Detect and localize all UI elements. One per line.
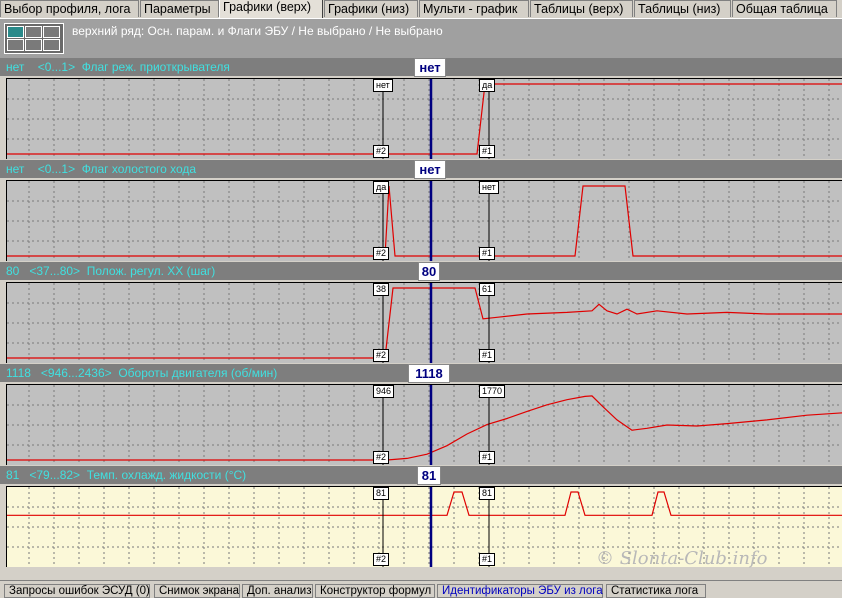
cursor-value: нет — [414, 160, 446, 179]
marker-1-value[interactable]: да — [479, 79, 496, 92]
marker-2-value[interactable]: 946 — [373, 385, 395, 398]
layout-cell-icon — [43, 26, 60, 38]
chart-svg — [7, 385, 842, 465]
marker-1-label[interactable]: #1 — [479, 553, 496, 566]
chart-plot-area[interactable]: да нет #2 #1 — [6, 180, 842, 261]
tab-log-statistics[interactable]: Статистика лога — [606, 584, 706, 598]
tab-tables-bottom[interactable]: Таблицы (низ) — [634, 0, 731, 17]
layout-cell-icon — [7, 26, 24, 38]
layout-cell-icon — [25, 26, 42, 38]
marker-1-value[interactable]: 1770 — [479, 385, 506, 398]
tab-profile-log[interactable]: Выбор профиля, лога — [0, 0, 139, 17]
marker-1-label[interactable]: #1 — [479, 349, 496, 362]
marker-2-value[interactable]: 81 — [373, 487, 390, 500]
charts-toolbar: верхний ряд: Осн. парам. и Флаги ЭБУ / Н… — [0, 18, 842, 59]
bottom-tab-bar: Запросы ошибок ЭСУД (0) Снимок экрана До… — [0, 580, 842, 598]
marker-2-label[interactable]: #2 — [373, 451, 390, 464]
parameter-label: нет <0...1> Флаг реж. приоткрывателя — [6, 60, 230, 74]
marker-1-label[interactable]: #1 — [479, 145, 496, 158]
chart-panel-header: нет <0...1> Флаг реж. приоткрывателя нет — [0, 58, 842, 77]
top-tab-bar: Выбор профиля, лога Параметры Графики (в… — [0, 0, 842, 18]
parameter-label: 81 <79...82> Темп. охлажд. жидкости (°C) — [6, 468, 247, 482]
chart-panel-header: 81 <79...82> Темп. охлажд. жидкости (°C)… — [0, 466, 842, 485]
cursor-value: 1118 — [408, 364, 450, 383]
chart-panel: 1118 <946...2436> Обороты двигателя (об/… — [0, 364, 842, 466]
layout-grid-button[interactable] — [4, 23, 64, 54]
tab-charts-bottom[interactable]: Графики (низ) — [324, 0, 418, 17]
chart-panel-header: 1118 <946...2436> Обороты двигателя (об/… — [0, 364, 842, 383]
tab-tables-top[interactable]: Таблицы (верх) — [530, 0, 633, 17]
chart-plot-area[interactable]: нет да #2 #1 — [6, 78, 842, 159]
chart-svg — [7, 181, 842, 261]
marker-2-label[interactable]: #2 — [373, 349, 390, 362]
chart-panel: нет <0...1> Флаг реж. приоткрывателя нет н… — [0, 58, 842, 160]
marker-2-label[interactable]: #2 — [373, 145, 390, 158]
watermark: © Slonta-Club.info — [596, 548, 768, 569]
marker-2-value[interactable]: нет — [373, 79, 393, 92]
chart-svg — [7, 283, 842, 363]
marker-1-label[interactable]: #1 — [479, 451, 496, 464]
cursor-value: 81 — [417, 466, 441, 485]
layout-cell-icon — [43, 39, 60, 51]
cursor-value: 80 — [418, 262, 440, 281]
tab-ecu-errors[interactable]: Запросы ошибок ЭСУД (0) — [4, 584, 150, 598]
marker-1-value[interactable]: нет — [479, 181, 499, 194]
marker-1-value[interactable]: 61 — [479, 283, 496, 296]
layout-cell-icon — [7, 39, 24, 51]
tab-extra-analysis[interactable]: Доп. анализ — [242, 584, 313, 598]
cursor-value: нет — [414, 58, 446, 77]
chart-panel: нет <0...1> Флаг холостого хода нет да нет #… — [0, 160, 842, 262]
signal-line — [7, 395, 842, 461]
chart-svg — [7, 79, 842, 159]
marker-2-value[interactable]: 38 — [373, 283, 390, 296]
marker-2-value[interactable]: да — [373, 181, 390, 194]
parameter-label: 80 <37...80> Полож. регул. ХХ (шаг) — [6, 264, 216, 278]
tab-multi-chart[interactable]: Мульти - график — [419, 0, 529, 17]
tab-charts-top[interactable]: Графики (верх) — [219, 0, 323, 18]
marker-1-value[interactable]: 81 — [479, 487, 496, 500]
chart-panel-header: 80 <37...80> Полож. регул. ХХ (шаг) 80 — [0, 262, 842, 281]
tab-formula-builder[interactable]: Конструктор формул — [315, 584, 435, 598]
marker-2-label[interactable]: #2 — [373, 553, 390, 566]
tab-general-table[interactable]: Общая таблица — [732, 0, 837, 17]
chart-plot-area[interactable]: 946 1770 #2 #1 — [6, 384, 842, 465]
parameter-label: нет <0...1> Флаг холостого хода — [6, 162, 197, 176]
marker-2-label[interactable]: #2 — [373, 247, 390, 260]
chart-panel: 80 <37...80> Полож. регул. ХХ (шаг) 80 38 6… — [0, 262, 842, 364]
marker-1-label[interactable]: #1 — [479, 247, 496, 260]
tab-ecu-identifiers[interactable]: Идентификаторы ЭБУ из лога — [437, 584, 603, 598]
chart-plot-area[interactable]: 38 61 #2 #1 — [6, 282, 842, 363]
parameter-label: 1118 <946...2436> Обороты двигателя (об/… — [6, 366, 278, 380]
tab-parameters[interactable]: Параметры — [140, 0, 219, 17]
layout-cell-icon — [25, 39, 42, 51]
tab-screenshot[interactable]: Снимок экрана — [154, 584, 240, 598]
signal-line — [7, 491, 842, 516]
chart-panel-header: нет <0...1> Флаг холостого хода нет — [0, 160, 842, 179]
layout-description: верхний ряд: Осн. парам. и Флаги ЭБУ / Н… — [72, 24, 443, 38]
